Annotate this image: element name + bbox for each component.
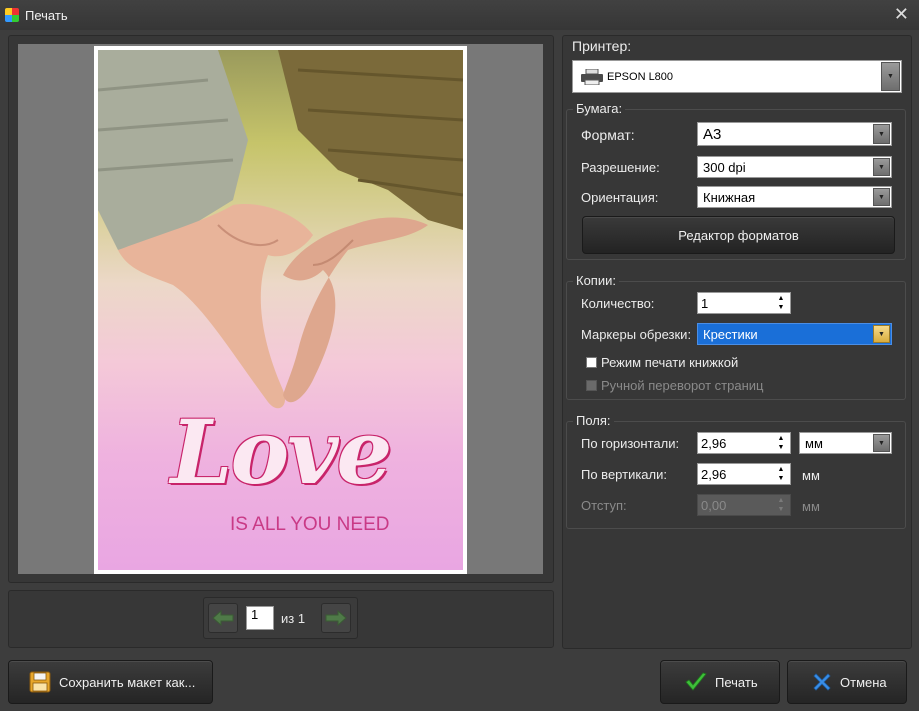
cross-icon: [812, 672, 832, 692]
horizontal-margin-value: 2,96: [701, 435, 727, 451]
window-title: Печать: [25, 7, 68, 23]
indent-stepper: 0,00 ▲ ▼: [697, 494, 791, 516]
arrow-left-icon: [212, 610, 234, 626]
printer-label: Принтер:: [572, 38, 632, 54]
orientation-label: Ориентация:: [581, 190, 659, 205]
image-subtitle-text: IS ALL YOU NEED: [230, 514, 390, 535]
checkmark-icon: [685, 672, 707, 692]
image-title-text: Love: [170, 400, 393, 504]
booklet-label: Режим печати книжкой: [601, 355, 739, 370]
stepper-arrows-icon: ▲ ▼: [777, 497, 785, 513]
cancel-label: Отмена: [840, 674, 887, 690]
crop-marks-select[interactable]: Крестики ▼: [697, 323, 892, 345]
quantity-value: 1: [701, 295, 709, 311]
resolution-select[interactable]: 300 dpi ▼: [697, 156, 892, 178]
printer-name: EPSON L800: [607, 70, 674, 83]
print-label: Печать: [715, 674, 758, 690]
stepper-arrows-icon[interactable]: ▲ ▼: [776, 465, 786, 483]
chevron-down-icon[interactable]: ▼: [873, 124, 890, 144]
page-number-input[interactable]: 1: [246, 606, 274, 630]
quantity-label: Количество:: [581, 296, 655, 311]
stepper-arrows-icon[interactable]: ▲ ▼: [776, 294, 786, 312]
print-button[interactable]: Печать: [660, 660, 780, 704]
chevron-down-icon[interactable]: ▼: [873, 434, 890, 452]
vertical-margin-stepper[interactable]: 2,96 ▲ ▼: [697, 463, 791, 485]
unit-value: мм: [805, 435, 823, 451]
prev-page-button[interactable]: [208, 603, 238, 633]
margins-group-title: Поля:: [573, 413, 614, 428]
app-icon: [5, 8, 19, 22]
paper-group-title: Бумага:: [573, 101, 626, 116]
printer-icon: [581, 68, 603, 85]
save-layout-button[interactable]: Сохранить макет как...: [8, 660, 213, 704]
vertical-margin-label: По вертикали:: [581, 467, 667, 482]
printer-select[interactable]: EPSON L800 ▼: [572, 60, 902, 93]
format-select[interactable]: A3 ▼: [697, 122, 892, 146]
chevron-down-icon[interactable]: ▼: [881, 62, 900, 91]
next-page-button[interactable]: [321, 603, 351, 633]
chevron-down-icon[interactable]: ▼: [873, 325, 890, 343]
booklet-checkbox[interactable]: [586, 357, 597, 368]
chevron-down-icon[interactable]: ▼: [873, 188, 890, 206]
vertical-unit-label: мм: [802, 468, 820, 483]
manual-flip-label: Ручной переворот страниц: [601, 378, 764, 393]
format-value: A3: [703, 125, 722, 143]
manual-flip-checkbox: [586, 380, 597, 391]
preview-image: Love IS ALL YOU NEED: [98, 50, 463, 570]
unit-select[interactable]: мм ▼: [799, 432, 892, 454]
chevron-down-icon[interactable]: ▼: [873, 158, 890, 176]
stepper-arrows-icon[interactable]: ▲ ▼: [776, 434, 786, 452]
crop-marks-value: Крестики: [703, 326, 758, 342]
page-count-label: из 1: [281, 611, 306, 626]
vertical-margin-value: 2,96: [701, 466, 727, 482]
preview-page: Love IS ALL YOU NEED: [94, 46, 467, 574]
quantity-stepper[interactable]: 1 ▲ ▼: [697, 292, 791, 314]
horizontal-margin-label: По горизонтали:: [581, 436, 680, 451]
indent-unit-label: мм: [802, 499, 820, 514]
indent-label: Отступ:: [581, 498, 627, 513]
indent-value: 0,00: [701, 497, 727, 513]
copies-group-title: Копии:: [573, 273, 619, 288]
crop-marks-label: Маркеры обрезки:: [581, 327, 692, 342]
title-bar: Печать ✕: [0, 0, 919, 30]
format-editor-button[interactable]: Редактор форматов: [582, 216, 895, 254]
close-icon[interactable]: ✕: [894, 4, 909, 25]
cancel-button[interactable]: Отмена: [787, 660, 907, 704]
arrow-right-icon: [325, 610, 347, 626]
save-layout-label: Сохранить макет как...: [59, 674, 196, 690]
floppy-disk-icon: [29, 671, 51, 693]
horizontal-margin-stepper[interactable]: 2,96 ▲ ▼: [697, 432, 791, 454]
resolution-label: Разрешение:: [581, 160, 660, 175]
orientation-value: Книжная: [703, 189, 756, 205]
orientation-select[interactable]: Книжная ▼: [697, 186, 892, 208]
format-label: Формат:: [581, 127, 635, 143]
resolution-value: 300 dpi: [703, 159, 746, 175]
